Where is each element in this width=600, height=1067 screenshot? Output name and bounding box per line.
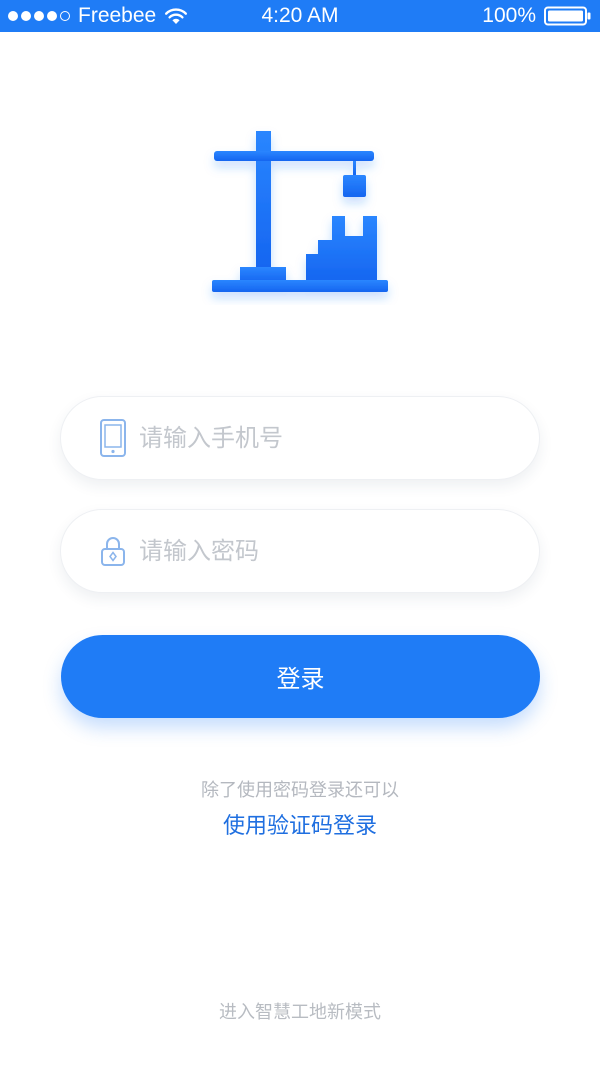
phone-icon [100,419,126,457]
signal-dot [60,11,70,21]
signal-strength-icon [8,11,70,21]
lock-icon [101,537,125,566]
phone-field [60,396,540,480]
carrier-name: Freebee [78,4,157,27]
footer-slogan: 进入智慧工地新模式 [219,1002,381,1023]
status-left: Freebee [8,0,188,32]
login-button[interactable]: 登录 [61,635,540,718]
code-login-link[interactable]: 使用验证码登录 [0,808,600,840]
status-right: 100% [482,0,592,32]
construction-crane-logo [212,131,388,292]
signal-dot [47,11,57,21]
signal-dot [21,11,31,21]
status-bar: Freebee 4:20 AM 100% [0,0,600,32]
password-input[interactable] [139,510,509,592]
wifi-icon [165,8,188,24]
battery-percent: 100% [482,4,536,27]
password-field [60,509,540,593]
alt-login-hint: 除了使用密码登录还可以 [201,780,399,801]
phone-input[interactable] [139,397,509,479]
login-screen: Freebee 4:20 AM 100% 请输入手机号 登录 除了使用密码登录还… [0,0,600,1067]
signal-dot [8,11,18,21]
battery-icon [544,6,591,26]
signal-dot [34,11,44,21]
